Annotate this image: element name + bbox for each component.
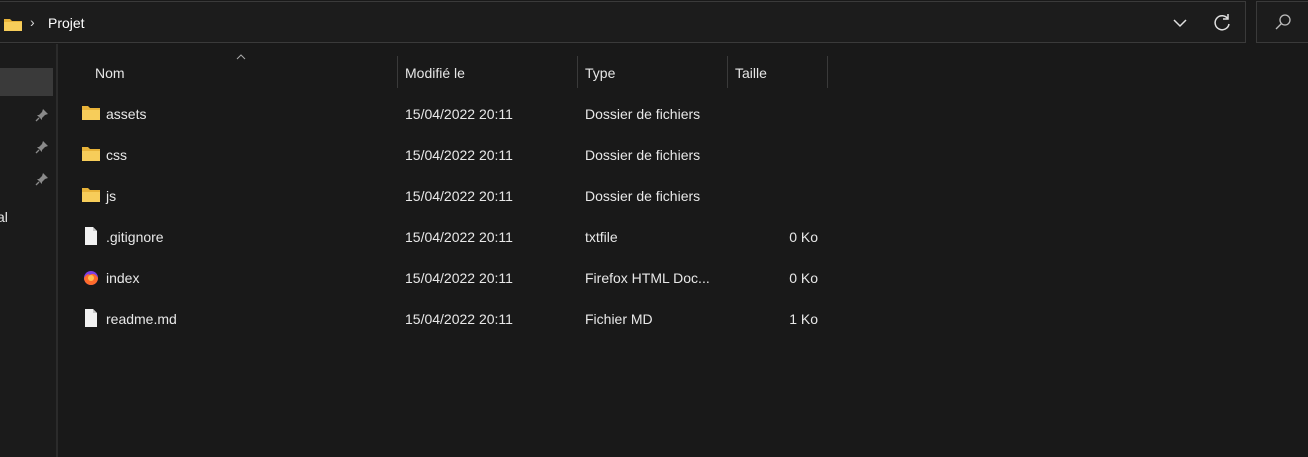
file-modified: 15/04/2022 20:11: [405, 188, 513, 204]
file-type: Dossier de fichiers: [585, 188, 701, 204]
file-row[interactable]: .gitignore 15/04/2022 20:11 txtfile 0 Ko: [60, 217, 840, 257]
file-icon: [81, 226, 101, 246]
file-row[interactable]: index 15/04/2022 20:11 Firefox HTML Doc...…: [60, 258, 840, 298]
pin-icon: [35, 109, 48, 122]
column-divider[interactable]: [827, 56, 828, 88]
chevron-right-icon: ›: [30, 14, 35, 30]
folder-icon: [81, 144, 101, 164]
firefox-icon: [81, 267, 101, 287]
file-size: 0 Ko: [789, 270, 818, 286]
search-box[interactable]: [1256, 1, 1308, 43]
pin-icon: [35, 141, 48, 154]
file-row[interactable]: assets 15/04/2022 20:11 Dossier de fichier…: [60, 94, 840, 134]
file-name[interactable]: css: [106, 147, 127, 163]
nav-item-selected[interactable]: [0, 68, 53, 96]
file-type: Firefox HTML Doc...: [585, 270, 710, 286]
file-modified: 15/04/2022 20:11: [405, 311, 513, 327]
column-header-type[interactable]: Type: [585, 65, 615, 81]
file-name[interactable]: js: [106, 188, 116, 204]
file-type: Fichier MD: [585, 311, 653, 327]
column-header-size[interactable]: Taille: [735, 65, 767, 81]
refresh-icon[interactable]: [1209, 10, 1235, 36]
file-modified: 15/04/2022 20:11: [405, 147, 513, 163]
file-modified: 15/04/2022 20:11: [405, 270, 513, 286]
file-type: Dossier de fichiers: [585, 147, 701, 163]
column-divider[interactable]: [727, 56, 728, 88]
file-modified: 15/04/2022 20:11: [405, 229, 513, 245]
file-name[interactable]: readme.md: [106, 311, 177, 327]
chevron-down-icon[interactable]: [1167, 10, 1193, 36]
column-divider[interactable]: [397, 56, 398, 88]
breadcrumb-projet[interactable]: Projet: [48, 15, 85, 31]
file-name[interactable]: assets: [106, 106, 146, 122]
nav-item-label[interactable]: al: [0, 209, 8, 225]
folder-icon: [81, 103, 101, 123]
file-type: txtfile: [585, 229, 618, 245]
file-type: Dossier de fichiers: [585, 106, 701, 122]
folder-icon: [81, 185, 101, 205]
pin-icon: [35, 173, 48, 186]
search-icon: [1275, 14, 1291, 30]
file-row[interactable]: css 15/04/2022 20:11 Dossier de fichiers: [60, 135, 840, 175]
column-header-modified[interactable]: Modifié le: [405, 65, 465, 81]
file-row[interactable]: js 15/04/2022 20:11 Dossier de fichiers: [60, 176, 840, 216]
sort-ascending-icon: [236, 54, 246, 60]
file-size: 0 Ko: [789, 229, 818, 245]
navigation-pane[interactable]: al: [0, 44, 58, 457]
file-name[interactable]: .gitignore: [106, 229, 164, 245]
column-header-row: Nom Modifié le Type Taille: [60, 52, 860, 94]
file-name[interactable]: index: [106, 270, 139, 286]
column-divider[interactable]: [577, 56, 578, 88]
file-row[interactable]: readme.md 15/04/2022 20:11 Fichier MD 1 Ko: [60, 299, 840, 339]
file-icon: [81, 308, 101, 328]
column-header-name[interactable]: Nom: [95, 65, 125, 81]
address-bar[interactable]: › Projet: [0, 1, 1246, 43]
file-size: 1 Ko: [789, 311, 818, 327]
folder-icon: [4, 19, 22, 31]
file-modified: 15/04/2022 20:11: [405, 106, 513, 122]
